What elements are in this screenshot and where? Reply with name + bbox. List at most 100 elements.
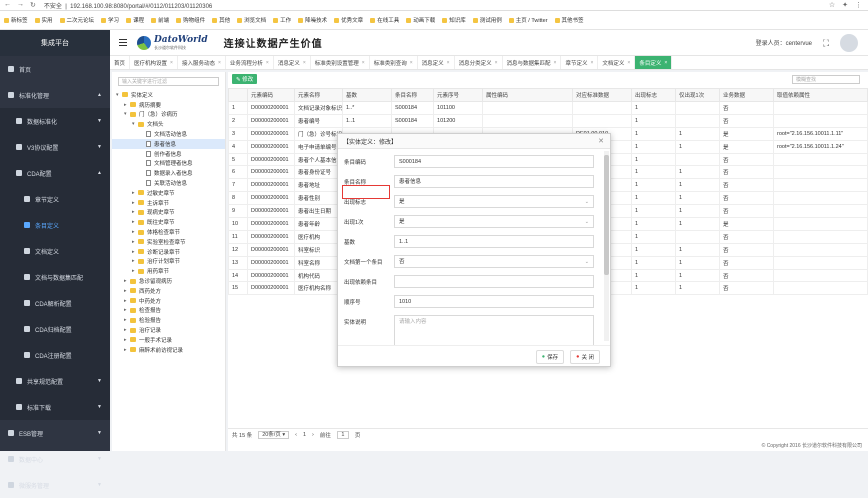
close-icon[interactable]: ×	[664, 60, 667, 66]
tree-node[interactable]: ▸ 急诊留观病历	[112, 276, 225, 286]
forward-icon[interactable]: →	[17, 1, 24, 9]
bookmark-item[interactable]: 工作	[273, 16, 291, 24]
bookmark-item[interactable]: 前端	[151, 16, 169, 24]
tree-node[interactable]: ▾ 文档头	[112, 119, 225, 129]
table-row[interactable]: 1 D00000200001 文档记录对象标识 1..* S000184 101100 1 否	[228, 101, 868, 115]
field-textarea[interactable]: 请输入内容	[394, 315, 594, 345]
close-icon[interactable]: ✕	[598, 137, 604, 145]
close-icon[interactable]: ×	[447, 60, 450, 66]
tab[interactable]: 消息分类定义 ×	[455, 56, 503, 69]
save-button[interactable]: ● 保存	[535, 349, 565, 364]
star-icon[interactable]: ☆	[829, 1, 835, 9]
tree-node[interactable]: ▸ 治疗记录	[112, 325, 225, 335]
sidebar-item-cda-parse[interactable]: CDA解析配置	[0, 290, 110, 316]
tree-node[interactable]: 关联活动信息	[112, 178, 225, 188]
tree-node[interactable]: 患者信息	[112, 138, 225, 149]
tree-node[interactable]: ▸ 中药处方	[112, 296, 225, 306]
sidebar-item-share[interactable]: 共享规范配置 ▼	[0, 368, 110, 394]
sidebar-item-document[interactable]: 文档定义	[0, 238, 110, 264]
hamburger-menu-icon[interactable]	[119, 39, 127, 46]
close-icon[interactable]: ×	[590, 60, 593, 66]
sidebar-item-cda[interactable]: CDA配置 ▲	[0, 160, 110, 186]
sidebar-item-doc-match[interactable]: 文档与数据集匹配	[0, 264, 110, 290]
column-header[interactable]: 对应标准数据	[572, 88, 633, 102]
tab[interactable]: 消息定义 ×	[274, 56, 311, 69]
field-select[interactable]: 否 ⌄	[394, 255, 594, 268]
close-icon[interactable]: ×	[554, 60, 557, 66]
sidebar-item-home[interactable]: 首页	[0, 56, 110, 82]
bookmark-item[interactable]: 其他书签	[554, 16, 584, 24]
field-input[interactable]: 1..1	[394, 235, 594, 248]
tab[interactable]: 标准类别查询 ×	[370, 56, 418, 69]
prev-page-icon[interactable]: ‹	[295, 432, 297, 438]
reload-icon[interactable]: ↻	[30, 1, 36, 9]
tab[interactable]: 条目定义 ×	[635, 56, 673, 69]
tab[interactable]: 接入服务动态 ×	[178, 56, 226, 69]
column-header[interactable]: 基数	[342, 88, 393, 102]
bookmark-item[interactable]: 优秀文章	[334, 16, 363, 24]
bookmark-item[interactable]: 课程	[126, 16, 144, 24]
bookmark-item[interactable]: 降噪技术	[298, 16, 327, 24]
tree-node[interactable]: 文档管理者信息	[112, 159, 225, 169]
tree-node[interactable]: ▾ 门（急）诊病历	[112, 110, 225, 120]
field-select[interactable]: 是 ⌄	[394, 215, 594, 228]
column-header[interactable]: 元素名称	[293, 88, 344, 102]
bookmark-item[interactable]: 实用	[34, 16, 53, 24]
fullscreen-icon[interactable]: ⛶	[820, 37, 832, 49]
next-page-icon[interactable]: ›	[312, 432, 314, 438]
tree-node[interactable]: ▸ 过敏史章节	[112, 188, 225, 198]
sidebar-item-cda-register[interactable]: CDA注册配置	[0, 342, 110, 368]
bookmark-item[interactable]: 在线工具	[370, 16, 399, 24]
bookmark-item[interactable]: 新标签	[4, 16, 28, 24]
menu-icon[interactable]: ⋮	[855, 1, 862, 9]
tree-node[interactable]: ▸ 西药处方	[112, 286, 225, 296]
field-input[interactable]: 患者信息	[394, 175, 594, 188]
tree-node[interactable]: ▸ 诊断记录章节	[112, 247, 225, 257]
close-button[interactable]: ● 关 闭	[570, 349, 600, 364]
column-header[interactable]: 业务数据	[719, 88, 775, 102]
avatar[interactable]	[840, 33, 858, 52]
edit-button[interactable]: ✎ 修改	[232, 74, 258, 84]
tree-node[interactable]: ▸ 主诉章节	[112, 198, 225, 208]
tree-node[interactable]: 文档活动信息	[112, 129, 225, 139]
sidebar-item-microservice[interactable]: 微服务管理 ▼	[0, 472, 110, 498]
field-input[interactable]: 1010	[394, 295, 594, 308]
tree-node[interactable]: ▾ 实体定义	[112, 90, 225, 100]
close-icon[interactable]: ×	[362, 60, 365, 66]
tab[interactable]: 标准类别设置管理 ×	[311, 56, 370, 69]
sidebar-item-entry[interactable]: 条目定义	[0, 212, 110, 238]
tab[interactable]: 消息与数据集匹配 ×	[503, 56, 562, 69]
sidebar-item-v3[interactable]: V3协议配置 ▼	[0, 134, 110, 160]
sidebar-item-esb[interactable]: ESB管理 ▼	[0, 420, 110, 446]
field-select[interactable]: 是 ⌄	[394, 195, 594, 208]
tree-node[interactable]: ▸ 检验报告	[112, 315, 225, 325]
tree-node[interactable]: ▸ 现病史章节	[112, 208, 225, 218]
tree-node[interactable]: ▸ 治疗计划章节	[112, 257, 225, 267]
field-input[interactable]	[394, 275, 594, 288]
current-page[interactable]: 1	[303, 432, 306, 438]
bookmark-item[interactable]: 购物组件	[176, 16, 205, 24]
tab[interactable]: 文档定义 ×	[598, 56, 636, 69]
close-icon[interactable]: ×	[410, 60, 413, 66]
bookmark-item[interactable]: 学习	[101, 16, 119, 24]
tab[interactable]: 首页	[110, 56, 131, 69]
close-icon[interactable]: ×	[218, 60, 221, 66]
close-icon[interactable]: ×	[495, 60, 498, 66]
sidebar-item-chapter[interactable]: 章节定义	[0, 186, 110, 212]
column-header[interactable]: 属性编码	[482, 88, 574, 102]
column-header[interactable]: 元素编码	[247, 88, 295, 102]
close-icon[interactable]: ×	[627, 60, 630, 66]
tree-node[interactable]: ▸ 病历摘要	[112, 100, 225, 110]
column-header[interactable]: 仅出现1次	[675, 88, 721, 102]
table-row[interactable]: 2 D00000200001 患者编号 1..1 S000184 101200 1 否	[228, 113, 868, 128]
column-header[interactable]: 条目名称	[391, 88, 435, 102]
column-header[interactable]: 取值依赖属性	[773, 88, 868, 102]
url-text[interactable]: 不安全 | 192.168.100.98:8080/portal/#/0112/…	[44, 1, 212, 10]
sidebar-item-datacenter[interactable]: 数据中心 ▼	[0, 446, 110, 472]
tree-node[interactable]: ▸ 实验室检查章节	[112, 237, 225, 247]
fuzzy-search-input[interactable]: 模糊查找	[792, 74, 860, 84]
close-icon[interactable]: ×	[303, 60, 306, 66]
close-icon[interactable]: ×	[170, 60, 173, 66]
dialog-scrollbar[interactable]	[604, 151, 609, 341]
tree-node[interactable]: ▸ 检查报告	[112, 306, 225, 316]
